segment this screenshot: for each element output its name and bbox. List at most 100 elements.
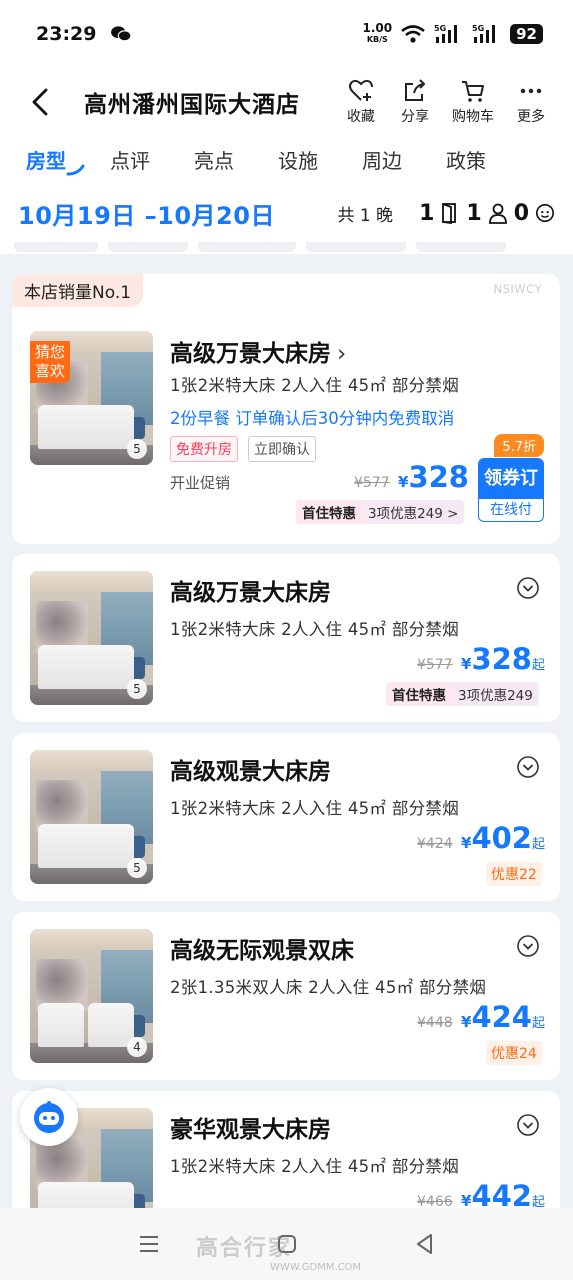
cart-button[interactable]: 购物车	[449, 78, 497, 126]
room-photo[interactable]: 5	[30, 571, 153, 705]
more-button[interactable]: 更多	[511, 78, 551, 126]
room-name[interactable]: 高级观景大床房	[170, 752, 331, 786]
room-photo[interactable]: 5	[30, 750, 153, 884]
chevron-down-icon[interactable]	[516, 1113, 540, 1137]
room-card[interactable]: 4 高级无际观景双床 2张1.35米双人床 2人入住 45㎡ 部分禁烟 ¥448…	[12, 912, 560, 1080]
listing-code: NSIWCY	[493, 282, 542, 296]
room-spec: 1张2米特大床 2人入住 45㎡ 部分禁烟	[170, 1157, 460, 1176]
tab-nearby[interactable]: 周边	[362, 145, 402, 174]
cart-label: 购物车	[452, 109, 494, 125]
app-header: 高州潘州国际大酒店 收藏 分享 购物车 更多	[0, 68, 573, 136]
cart-icon	[462, 81, 484, 102]
filter-strip	[0, 242, 573, 254]
status-bar: 23:29 1.00 KB/S 5G 5G 92	[0, 0, 573, 68]
tab-reviews[interactable]: 点评	[110, 145, 150, 174]
share-label: 分享	[401, 109, 429, 125]
adult-icon	[488, 203, 507, 224]
opening-promo: 开业促销	[170, 474, 231, 492]
menu-icon[interactable]	[136, 1231, 162, 1257]
current-price: ¥402起	[461, 821, 545, 855]
chevron-down-icon[interactable]	[516, 755, 540, 779]
tab-room-types[interactable]: 房型	[26, 145, 66, 174]
robot-icon	[34, 1101, 64, 1133]
room-name[interactable]: 高级万景大床房	[170, 573, 331, 607]
favorite-button[interactable]: 收藏	[341, 78, 381, 126]
first-stay-promo[interactable]: 首住特惠 3项优惠249 >	[296, 500, 465, 524]
original-price: ¥424	[417, 836, 453, 852]
discount-tag[interactable]: 优惠24	[486, 1041, 542, 1065]
current-price: ¥328起	[461, 642, 545, 676]
book-button-label: 领券订	[479, 459, 543, 499]
stay-dates[interactable]: 10月19日 –10月20日	[18, 196, 275, 231]
guest-selector[interactable]: 1 1 0	[419, 201, 555, 226]
door-icon	[442, 203, 457, 224]
tab-facilities[interactable]: 设施	[278, 145, 318, 174]
signal-icon-2: 5G	[472, 24, 496, 43]
room-name[interactable]: 高级万景大床房 ›	[170, 334, 346, 368]
current-price: ¥424起	[461, 1000, 545, 1034]
site-watermark-url: WWW.GDMM.COM	[270, 1262, 362, 1273]
chevron-down-icon[interactable]	[516, 576, 540, 600]
tab-policy[interactable]: 政策	[446, 145, 486, 174]
back-nav-icon[interactable]	[412, 1231, 438, 1257]
room-card[interactable]: 5 高级观景大床房 1张2米特大床 2人入住 45㎡ 部分禁烟 ¥424 ¥40…	[12, 733, 560, 901]
original-price: ¥448	[417, 1015, 453, 1031]
instant-confirm-tag: 立即确认	[248, 436, 316, 462]
chevron-right-icon: ›	[337, 341, 347, 367]
room-name[interactable]: 豪华观景大床房	[170, 1110, 331, 1144]
discount-badge: 5.7折	[494, 434, 544, 457]
status-time: 23:29	[36, 23, 97, 45]
photo-count: 5	[127, 858, 147, 878]
breakfast-cancel-policy: 2份早餐 订单确认后30分钟内免费取消	[170, 409, 455, 428]
share-icon	[405, 79, 426, 101]
active-tab-indicator	[66, 164, 85, 176]
child-icon	[536, 204, 554, 222]
free-upgrade-tag: 免费升房	[170, 436, 238, 462]
photo-count: 5	[127, 439, 147, 459]
site-watermark: 高合行家	[196, 1236, 293, 1261]
night-count: 共 1 晚	[337, 205, 394, 226]
room-photo[interactable]: 4	[30, 929, 153, 1063]
status-indicators: 1.00 KB/S 5G 5G 92	[362, 21, 543, 45]
photo-count: 5	[127, 679, 147, 699]
room-card[interactable]: 5 高级万景大床房 1张2米特大床 2人入住 45㎡ 部分禁烟 ¥577 ¥32…	[12, 554, 560, 722]
more-icon	[520, 88, 542, 94]
svg-text:5G: 5G	[472, 24, 484, 33]
room-spec: 1张2米特大床 2人入住 45㎡ 部分禁烟	[170, 620, 460, 639]
signal-icon: 5G	[434, 24, 458, 43]
tab-highlights[interactable]: 亮点	[194, 145, 234, 174]
original-price: ¥577	[417, 657, 453, 673]
date-selector[interactable]: 10月19日 –10月20日 共 1 晚 1 1 0	[0, 182, 573, 244]
pay-online-label: 在线付	[490, 502, 532, 518]
share-button[interactable]: 分享	[395, 78, 435, 126]
adult-count: 1	[466, 200, 482, 226]
chevron-down-icon[interactable]	[516, 934, 540, 958]
favorite-label: 收藏	[347, 109, 375, 125]
guess-you-like-badge: 猜您喜欢	[30, 341, 70, 383]
current-price: ¥328	[398, 460, 469, 494]
heart-plus-icon	[349, 79, 373, 101]
battery-level: 92	[510, 24, 543, 44]
room-spec: 1张2米特大床 2人入住 45㎡ 部分禁烟	[170, 376, 460, 395]
first-stay-promo[interactable]: 首住特惠 3项优惠249	[386, 682, 539, 706]
back-icon[interactable]	[24, 85, 58, 119]
child-count: 0	[513, 200, 529, 226]
discount-tag[interactable]: 优惠22	[486, 862, 542, 886]
svg-text:5G: 5G	[434, 24, 446, 33]
photo-count: 4	[127, 1037, 147, 1057]
header-actions: 收藏 分享 购物车 更多	[341, 78, 551, 126]
original-price: ¥577	[354, 475, 390, 491]
room-card-featured[interactable]: 本店销量No.1 NSIWCY 猜您喜欢 5 高级万景大床房 › 1张2米特大床 …	[12, 274, 560, 544]
room-name[interactable]: 高级无际观景双床	[170, 931, 354, 965]
sales-badge: 本店销量No.1	[12, 274, 144, 307]
room-photo[interactable]: 猜您喜欢 5	[30, 331, 153, 465]
book-button[interactable]: 领券订 在线付	[478, 458, 544, 522]
wifi-icon	[401, 25, 425, 43]
room-spec: 2张1.35米双人床 2人入住 45㎡ 部分禁烟	[170, 978, 487, 997]
net-speed: 1.00 KB/S	[362, 21, 393, 44]
hotel-title: 高州潘州国际大酒店	[84, 92, 300, 118]
room-count: 1	[419, 200, 435, 226]
room-spec: 1张2米特大床 2人入住 45㎡ 部分禁烟	[170, 799, 460, 818]
assistant-button[interactable]	[20, 1088, 78, 1146]
more-label: 更多	[517, 109, 545, 125]
